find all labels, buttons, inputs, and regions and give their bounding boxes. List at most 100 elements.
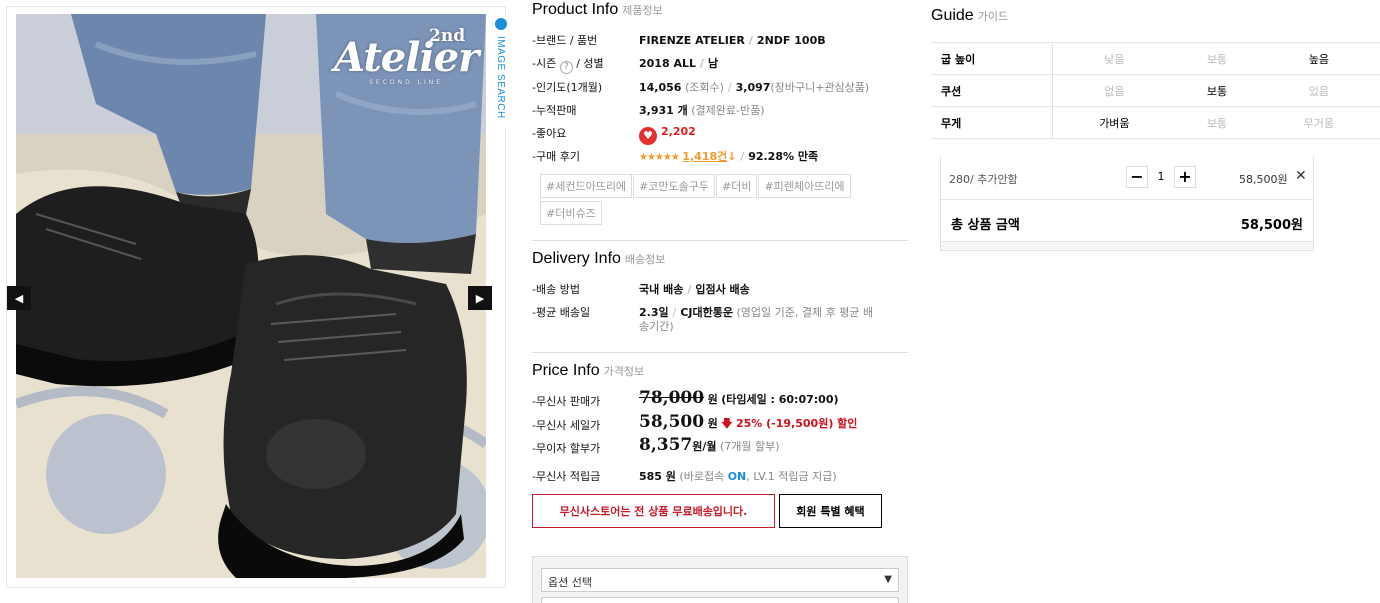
guide-option-selected: 보통: [1176, 74, 1258, 107]
tag-item[interactable]: #코만도솔구두: [633, 174, 715, 198]
option-select-second[interactable]: [541, 597, 899, 603]
cart-item-price: 58,500원: [1239, 173, 1288, 186]
cart-item-name: 280/ 추가안함: [949, 173, 1018, 186]
total-label: 총 상품 금액: [951, 218, 1020, 233]
carts-sub: (장바구니+관심상품): [770, 81, 870, 94]
installment-value: 8,357원/월 (7개월 할부): [639, 437, 780, 454]
rating-stars-icon: ★★★★★: [639, 152, 680, 163]
points-note-1: (바로접속: [679, 470, 725, 483]
sale-price-value: 58,500 원 🡇 25% (-19,500원) 할인: [639, 412, 858, 432]
total-value: 58,500원: [1240, 218, 1303, 233]
delivery-avg-label: -평균 배송일: [532, 306, 591, 319]
gender-label-text: / 성별: [576, 57, 604, 70]
won-unit: 원: [707, 417, 718, 430]
option-select[interactable]: 옵션 선택 ▼: [541, 568, 899, 592]
guide-option-selected: 높음: [1257, 42, 1380, 75]
guide-row-heel: 굽 높이 낮음 보통 높음: [931, 42, 1380, 75]
product-info-title: Product Info 제품정보: [532, 1, 663, 19]
delivery-note-1: (영업일 기준, 결제 후 평균 배: [736, 306, 874, 319]
review-value: ★★★★★ 1,418건↓/92.28% 만족: [639, 150, 819, 163]
season-text: 2018 ALL: [639, 57, 696, 70]
divider: [532, 240, 908, 241]
product-photo[interactable]: 2nd Atelier SECOND LINE: [16, 14, 486, 578]
arrow-left-icon: ◀: [14, 291, 24, 305]
delivery-method-value: 국내 배송 / 입점사 배송: [639, 283, 750, 296]
member-benefit-button[interactable]: 회원 특별 혜택: [779, 494, 882, 528]
review-count-link[interactable]: 1,418건: [682, 150, 727, 163]
cart-footer: [940, 242, 1314, 251]
discount-text: 25% (-19,500원) 할인: [736, 417, 858, 430]
total-row: 총 상품 금액 58,500원: [940, 200, 1314, 242]
installment-unit: 원/월: [692, 440, 717, 453]
guide-option: 있음: [1257, 74, 1380, 107]
views-sub: (조회수): [684, 81, 724, 94]
gender-text: 남: [708, 57, 719, 70]
carts-count: 3,097: [735, 81, 771, 94]
guide-row-label: 무게: [931, 106, 1053, 139]
discount-down-icon: 🡇: [721, 417, 733, 430]
guide-title-en: Guide: [931, 7, 974, 24]
guide-title: Guide 가이드: [931, 7, 1008, 25]
tag-item[interactable]: #세컨드아뜨리에: [540, 174, 633, 198]
image-search-tab[interactable]: IMAGE SEARCH: [493, 16, 511, 128]
list-price-value: 78,000 원 (타임세일 : 60:07:00): [639, 390, 839, 407]
points-label: -무신사 적립금: [532, 470, 601, 483]
delivery-avg-days: 2.3일: [639, 306, 669, 319]
guide-title-ko: 가이드: [977, 11, 1009, 23]
points-on-badge: ON: [727, 470, 747, 483]
price-info-title-en: Price Info: [532, 362, 600, 379]
guide-option: 낮음: [1052, 42, 1177, 75]
price-info-title-ko: 가격정보: [603, 366, 645, 378]
tag-item[interactable]: #피렌체아뜨리에: [758, 174, 851, 198]
help-icon[interactable]: ?: [559, 61, 573, 74]
delivery-method-1: 국내 배송: [639, 283, 684, 296]
next-image-button[interactable]: ▶: [468, 286, 492, 310]
brand-name[interactable]: FIRENZE ATELIER: [639, 34, 745, 47]
guide-option: 없음: [1052, 74, 1177, 107]
option-box: 옵션 선택 ▼: [532, 556, 908, 603]
season-value: 2018 ALL / 남: [639, 57, 719, 70]
image-search-dot-icon: [495, 18, 507, 30]
minus-icon[interactable]: −: [1126, 166, 1148, 188]
quantity-stepper: − 1 +: [1126, 166, 1196, 188]
points-note-2: , LV.1 적립금 지급): [746, 470, 837, 483]
close-icon[interactable]: ✕: [1295, 168, 1307, 184]
heart-icon[interactable]: ♥: [639, 127, 657, 145]
quantity-value[interactable]: 1: [1148, 166, 1174, 188]
points-amount: 585 원: [639, 470, 676, 483]
tag-item[interactable]: #더비: [716, 174, 758, 198]
guide-option: 무거움: [1257, 106, 1380, 139]
brand-value: FIRENZE ATELIER/2NDF 100B: [639, 34, 826, 47]
delivery-info-title-en: Delivery Info: [532, 250, 621, 267]
points-value: 585 원 (바로접속 ON, LV.1 적립금 지급): [639, 470, 837, 484]
product-info-title-en: Product Info: [532, 1, 619, 18]
season-label-text: -시즌: [532, 57, 557, 70]
tag-item[interactable]: #더비슈즈: [540, 201, 602, 225]
plus-icon[interactable]: +: [1174, 166, 1196, 188]
guide-row-label: 굽 높이: [931, 42, 1053, 75]
prev-image-button[interactable]: ◀: [7, 286, 31, 310]
sale-price-amount: 58,500: [639, 412, 705, 432]
free-shipping-button[interactable]: 무신사스토어는 전 상품 무료배송입니다.: [532, 494, 775, 528]
shoe-photo-illustration: [16, 14, 486, 578]
delivery-method-2: 입점사 배송: [695, 283, 750, 296]
likes-label: -좋아요: [532, 127, 567, 140]
product-code: 2NDF 100B: [756, 34, 826, 47]
product-image-frame: 2nd Atelier SECOND LINE IMAGE SEARCH ◀ ▶: [6, 6, 511, 588]
image-search-label: IMAGE SEARCH: [495, 36, 506, 119]
watermark-line: SECOND LINE: [369, 79, 444, 86]
views-count: 14,056: [639, 81, 682, 94]
price-info-title: Price Info 가격정보: [532, 362, 644, 380]
courier-name: CJ대한통운: [680, 306, 733, 319]
delivery-info-title: Delivery Info 배송정보: [532, 250, 665, 268]
divider: [532, 352, 908, 353]
option-select-placeholder: 옵션 선택: [548, 576, 592, 589]
review-arrow-icon[interactable]: ↓: [727, 150, 736, 163]
likes-count: 2,202: [661, 125, 696, 138]
sales-count: 3,931 개: [639, 104, 688, 117]
list-price-label: -무신사 판매가: [532, 395, 601, 408]
installment-note: (7개월 할부): [720, 440, 780, 453]
tag-list: #세컨드아뜨리에 #코만도솔구두 #더비 #피렌체아뜨리에 #더비슈즈: [540, 174, 900, 228]
guide-option-selected: 가벼움: [1052, 106, 1177, 139]
product-info-title-ko: 제품정보: [622, 5, 663, 17]
